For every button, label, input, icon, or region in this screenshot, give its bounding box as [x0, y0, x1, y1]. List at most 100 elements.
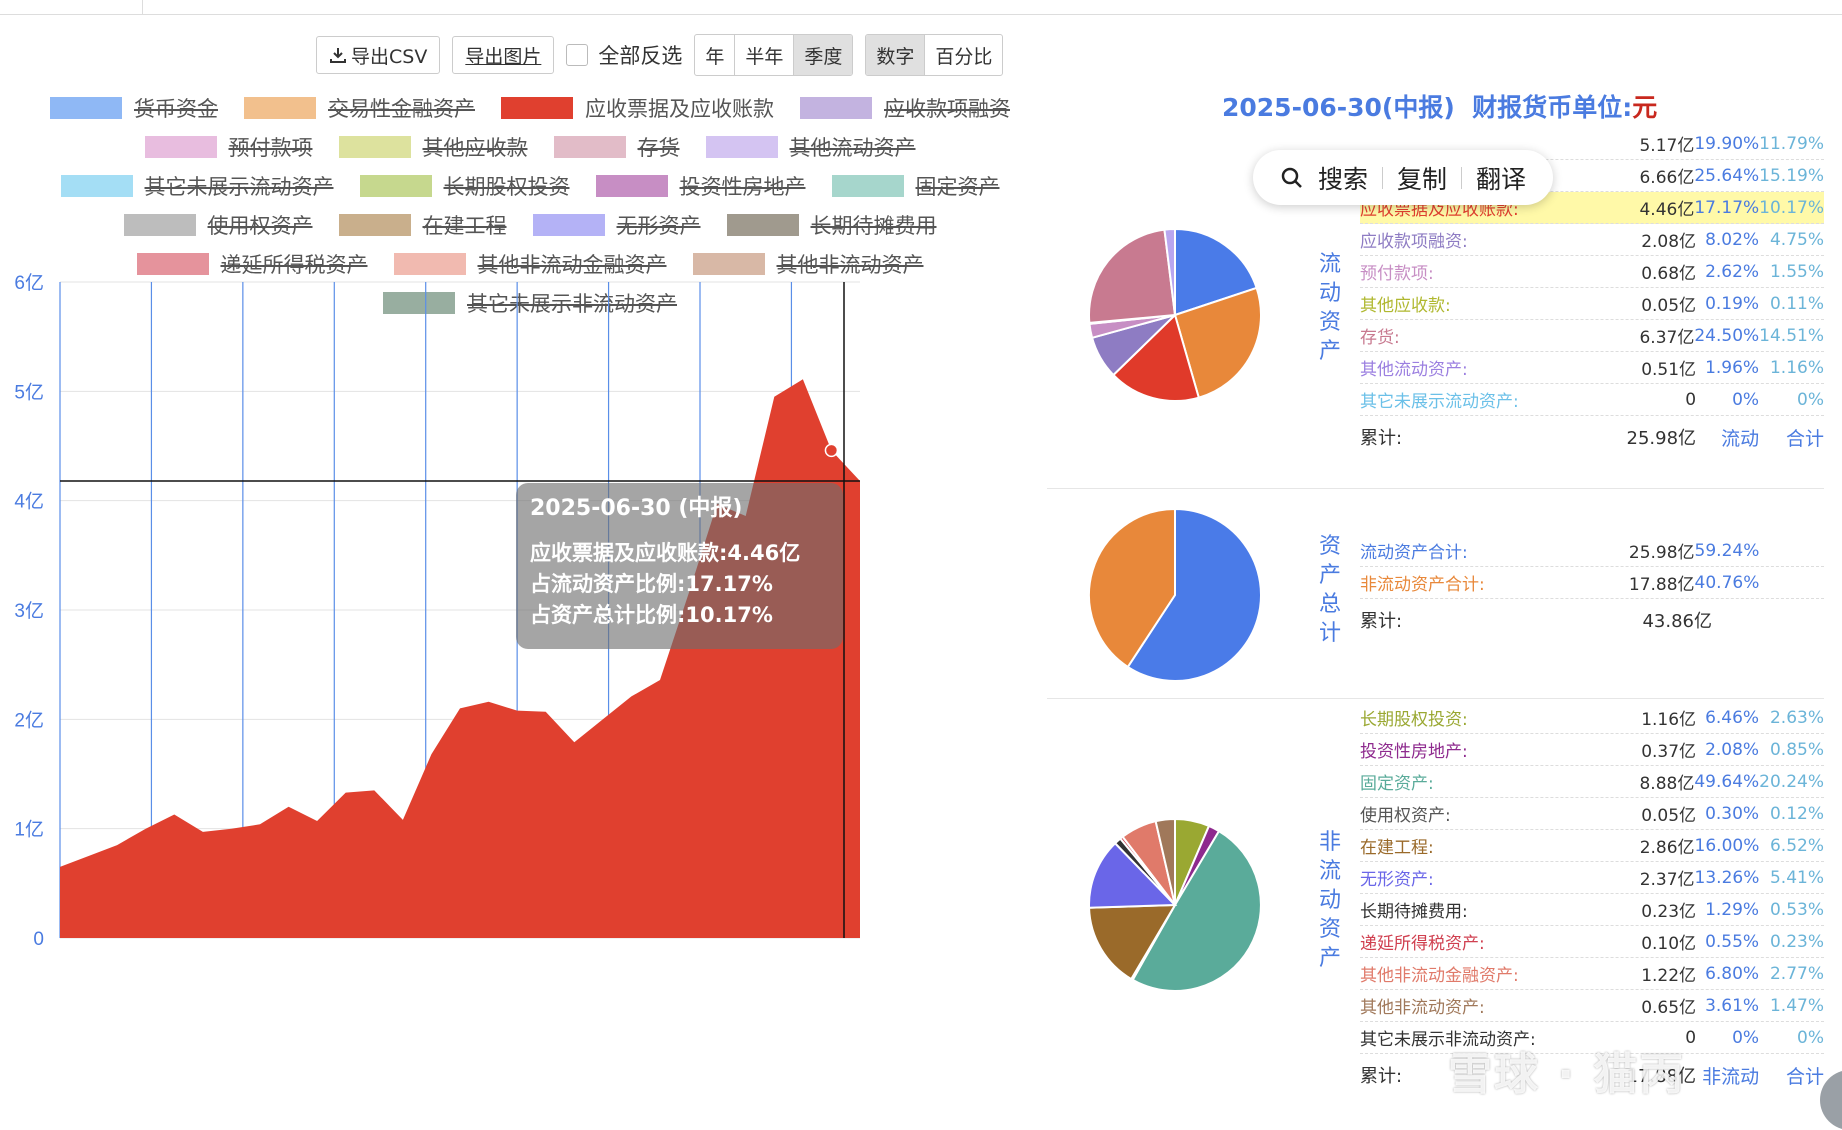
- row-pct-total: 10.17%: [1759, 198, 1824, 218]
- row-value: 0.10亿: [1591, 929, 1696, 954]
- row-name: 固定资产:: [1360, 769, 1590, 794]
- legend-row: 货币资金交易性金融资产 应收票据及应收账款应收款项融资: [40, 88, 1020, 127]
- highlight-point[interactable]: [825, 444, 837, 456]
- legend-item[interactable]: 预付款项: [145, 132, 313, 162]
- row-pct-group: 2.62%: [1696, 262, 1759, 282]
- row-pct-group: 1.96%: [1696, 358, 1759, 378]
- data-row[interactable]: 预付款项:0.68亿2.62%1.55%: [1360, 256, 1824, 288]
- row-pct-group: 24.50%: [1694, 326, 1759, 346]
- row-pct-total: 2.77%: [1759, 964, 1824, 984]
- data-row[interactable]: 长期股权投资:1.16亿6.46%2.63%: [1360, 702, 1824, 734]
- legend-item[interactable]: 长期待摊费用: [727, 210, 937, 240]
- legend-swatch: [706, 136, 778, 158]
- period-option[interactable]: 半年: [735, 35, 794, 75]
- legend-item[interactable]: 在建工程: [339, 210, 507, 240]
- data-row[interactable]: 其他非流动金融资产:1.22亿6.80%2.77%: [1360, 958, 1824, 990]
- data-row[interactable]: 应收款项融资:2.08亿8.02%4.75%: [1360, 224, 1824, 256]
- pie-slice[interactable]: [1089, 230, 1175, 323]
- data-row[interactable]: 在建工程:2.86亿16.00%6.52%: [1360, 830, 1824, 862]
- legend-item[interactable]: 使用权资产: [124, 210, 313, 240]
- report-date: 2025-06-30(中报): [1222, 93, 1455, 122]
- legend-swatch: [596, 175, 668, 197]
- legend-item[interactable]: 应收款项融资: [800, 93, 1010, 123]
- row-pct-group: 16.00%: [1695, 836, 1760, 856]
- row-value: 2.08亿: [1591, 227, 1696, 252]
- row-name: 使用权资产:: [1360, 801, 1591, 826]
- export-csv-button[interactable]: 导出CSV: [316, 36, 440, 74]
- invert-all-checkbox[interactable]: 全部反选: [566, 40, 682, 70]
- watermark: 雪球 · 猫丙: [1448, 1038, 1685, 1102]
- data-row[interactable]: 存货:6.37亿24.50%14.51%: [1360, 320, 1824, 352]
- data-row[interactable]: 其他非流动资产:0.65亿3.61%1.47%: [1360, 990, 1824, 1022]
- legend-item[interactable]: 其他应收款: [339, 132, 528, 162]
- invert-all-label: 全部反选: [598, 40, 682, 70]
- legend-item[interactable]: 存货: [554, 132, 680, 162]
- data-row[interactable]: 无形资产:2.37亿13.26%5.41%: [1360, 862, 1824, 894]
- row-pct-group: 6.46%: [1696, 708, 1759, 728]
- data-row[interactable]: 非流动资产合计:17.88亿40.76%: [1360, 567, 1824, 599]
- legend-label: 应收票据及应收账款: [585, 93, 774, 123]
- legend-item[interactable]: 其它未展示流动资产: [61, 171, 334, 201]
- period-option[interactable]: 季度: [794, 35, 852, 75]
- period-selector: 年半年季度: [694, 34, 853, 76]
- row-pct-group: 3.61%: [1696, 996, 1759, 1016]
- sum-link-total[interactable]: 合计: [1759, 1062, 1824, 1089]
- row-pct-total: 14.51%: [1759, 326, 1824, 346]
- row-value: 25.98亿: [1590, 538, 1695, 563]
- period-option[interactable]: 年: [695, 35, 735, 75]
- section-divider: [1047, 488, 1824, 489]
- popup-translate-button[interactable]: 翻译: [1476, 160, 1526, 196]
- export-image-button[interactable]: 导出图片: [452, 36, 554, 74]
- row-pct-group: 1.29%: [1696, 900, 1759, 920]
- data-row[interactable]: 使用权资产:0.05亿0.30%0.12%: [1360, 798, 1824, 830]
- legend-swatch: [339, 136, 411, 158]
- pie-chart-total: [1080, 500, 1270, 690]
- legend-item[interactable]: 投资性房地产: [596, 171, 806, 201]
- legend-label: 在建工程: [423, 210, 507, 240]
- legend-item[interactable]: 其他流动资产: [706, 132, 916, 162]
- data-row[interactable]: 固定资产:8.88亿49.64%20.24%: [1360, 766, 1824, 798]
- legend-row: 使用权资产 在建工程无形资产长期待摊费用: [40, 205, 1020, 244]
- sum-link-group[interactable]: 流动: [1696, 424, 1759, 451]
- sum-link-total[interactable]: 合计: [1759, 424, 1824, 451]
- sum-label: 累计:: [1360, 607, 1602, 633]
- data-row[interactable]: 其他流动资产:0.51亿1.96%1.16%: [1360, 352, 1824, 384]
- sum-label: 累计:: [1360, 424, 1591, 450]
- y-tick-label: 3亿: [14, 600, 44, 622]
- popup-copy-button[interactable]: 复制: [1397, 160, 1447, 196]
- popup-search-button[interactable]: 搜索: [1318, 160, 1368, 196]
- legend-item[interactable]: 固定资产: [832, 171, 1000, 201]
- row-pct-total: 15.19%: [1759, 166, 1824, 186]
- legend-item[interactable]: 货币资金: [50, 93, 218, 123]
- mode-option[interactable]: 百分比: [925, 35, 1002, 75]
- mode-option[interactable]: 数字: [866, 35, 925, 75]
- section-header-char: 流: [1315, 857, 1345, 886]
- legend-item[interactable]: 无形资产: [533, 210, 701, 240]
- legend-item[interactable]: 长期股权投资: [360, 171, 570, 201]
- row-pct-group: 0%: [1696, 1028, 1759, 1048]
- data-row[interactable]: 其他应收款:0.05亿0.19%0.11%: [1360, 288, 1824, 320]
- data-row[interactable]: 长期待摊费用:0.23亿1.29%0.53%: [1360, 894, 1824, 926]
- data-row[interactable]: 投资性房地产:0.37亿2.08%0.85%: [1360, 734, 1824, 766]
- popup-separator: [1461, 167, 1462, 189]
- sum-link-group[interactable]: 非流动: [1696, 1062, 1759, 1089]
- checkbox-box[interactable]: [566, 44, 588, 66]
- legend-swatch: [360, 175, 432, 197]
- top-tab-bar: [0, 0, 1842, 15]
- legend-item[interactable]: 应收票据及应收账款: [501, 93, 774, 123]
- legend-label: 其他流动资产: [790, 132, 916, 162]
- data-row[interactable]: 其它未展示流动资产:00%0%: [1360, 384, 1824, 416]
- legend-label: 长期股权投资: [444, 171, 570, 201]
- legend-item[interactable]: 交易性金融资产: [244, 93, 475, 123]
- tooltip-line: 占资产总计比例:10.17%: [530, 603, 773, 627]
- chart-toolbar: 导出CSV 导出图片 全部反选 年半年季度 数字百分比: [316, 35, 1003, 75]
- export-csv-label: 导出CSV: [351, 42, 427, 69]
- data-row[interactable]: 递延所得税资产:0.10亿0.55%0.23%: [1360, 926, 1824, 958]
- legend-swatch: [533, 214, 605, 236]
- data-row[interactable]: 流动资产合计:25.98亿59.24%: [1360, 535, 1824, 567]
- top-tab[interactable]: [0, 0, 143, 14]
- row-name: 存货:: [1360, 323, 1590, 348]
- y-tick-label: 6亿: [14, 272, 44, 294]
- tooltip-title: 2025-06-30 (中报): [530, 496, 743, 521]
- row-pct-total: 0%: [1759, 390, 1824, 410]
